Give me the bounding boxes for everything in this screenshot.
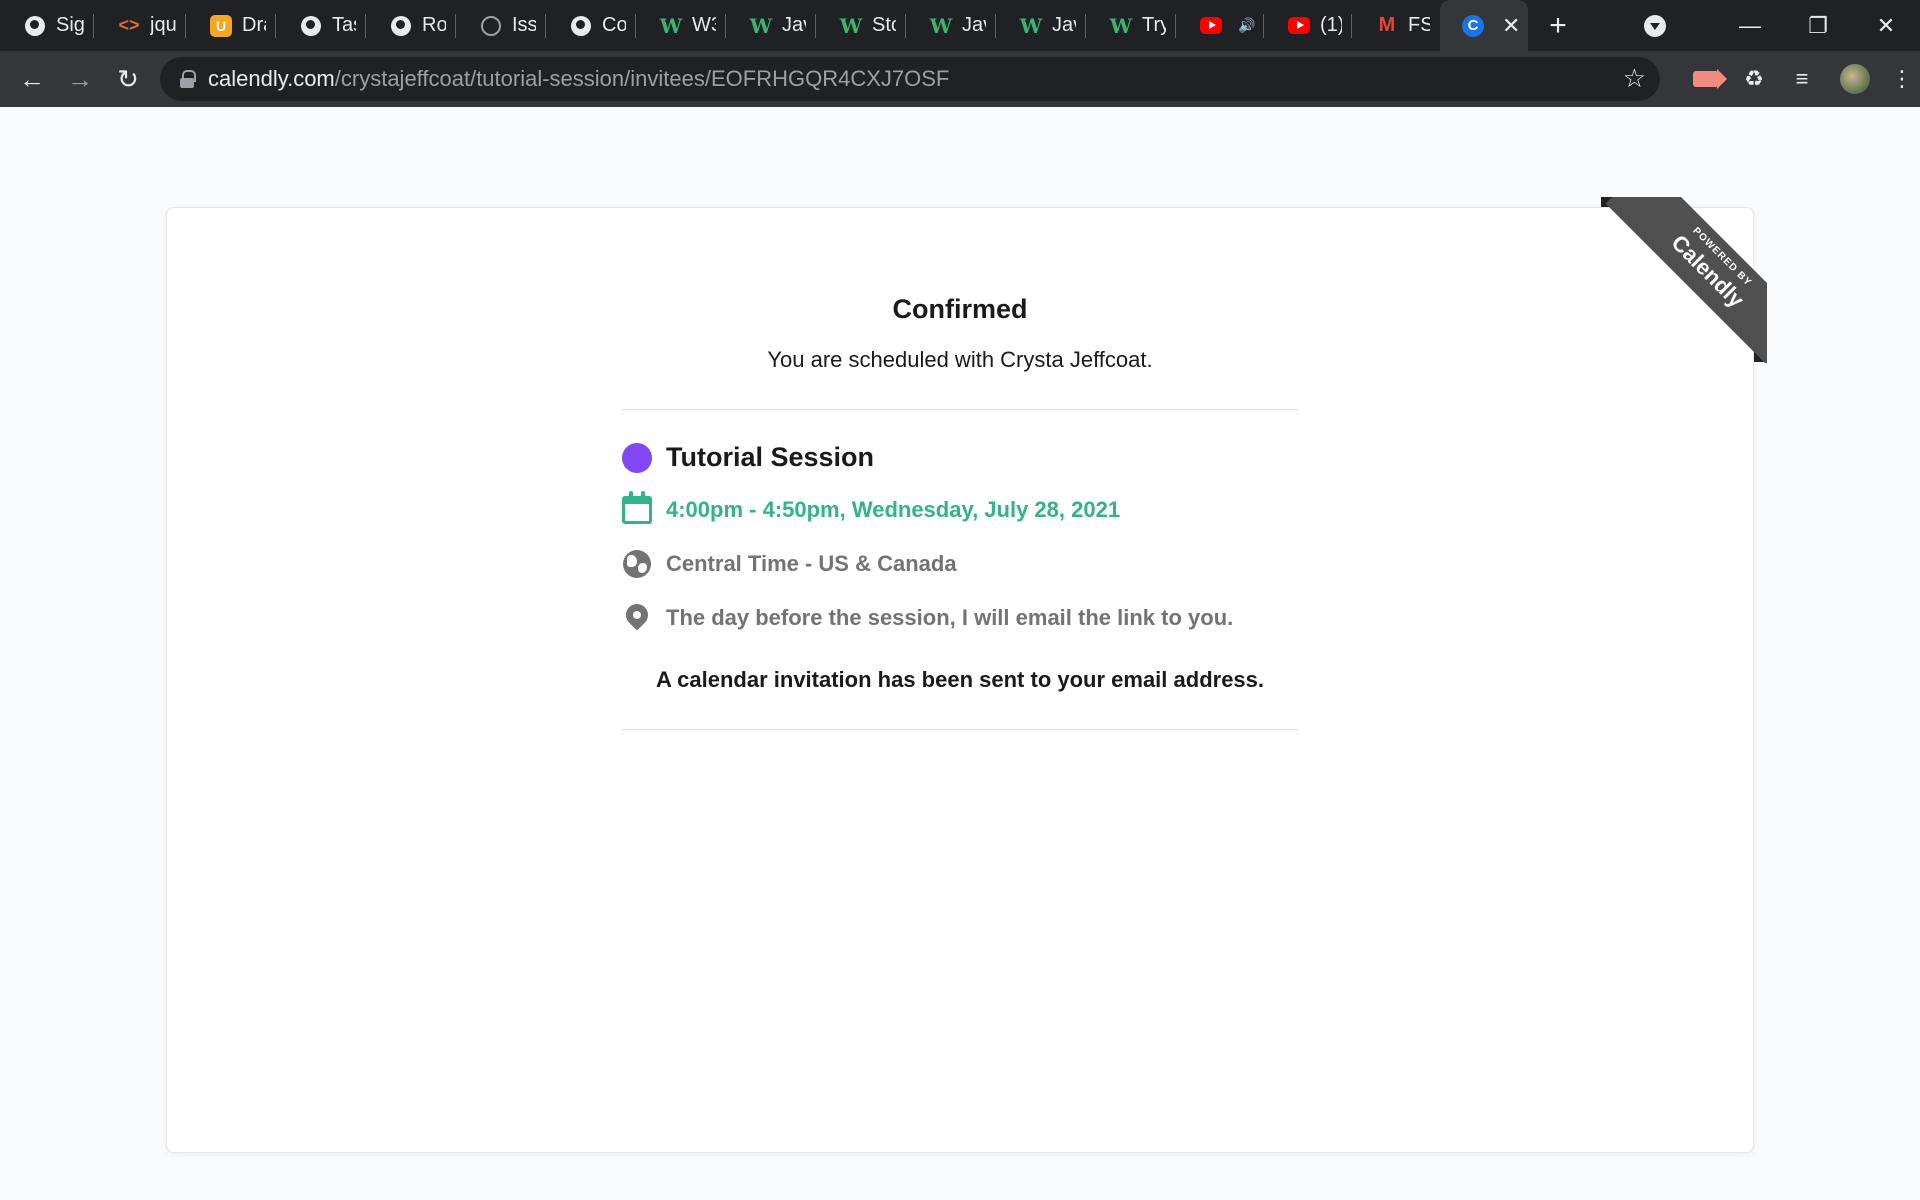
w3schools-icon: W bbox=[1109, 13, 1133, 38]
time-row: 4:00pm - 4:50pm, Wednesday, July 28, 202… bbox=[622, 491, 1298, 525]
tab-title: Java bbox=[782, 14, 806, 36]
new-tab-button[interactable]: + bbox=[1528, 0, 1588, 51]
browser-tab[interactable]: U Dra bbox=[186, 0, 276, 51]
browser-tab[interactable]: Issu bbox=[456, 0, 546, 51]
w3schools-icon: W bbox=[659, 13, 683, 38]
tab-title: Java bbox=[1052, 14, 1076, 36]
globe-icon bbox=[390, 15, 412, 37]
location-text: The day before the session, I will email… bbox=[666, 605, 1234, 630]
event-color-dot-icon bbox=[622, 442, 652, 473]
back-arrow-icon[interactable]: ← bbox=[8, 64, 56, 95]
browser-tab[interactable]: (1) I bbox=[1264, 0, 1352, 51]
page-title: Confirmed bbox=[892, 294, 1028, 324]
minimize-button[interactable]: — bbox=[1716, 0, 1784, 51]
globe-icon bbox=[24, 15, 46, 37]
divider bbox=[622, 409, 1298, 410]
u-logo-icon: U bbox=[210, 14, 232, 37]
profile-avatar[interactable] bbox=[1840, 64, 1870, 94]
tab-title: Sign bbox=[56, 14, 84, 36]
event-name: Tutorial Session bbox=[666, 442, 875, 472]
w3schools-icon: W bbox=[749, 13, 773, 38]
calendar-invite-note: A calendar invitation has been sent to y… bbox=[655, 667, 1265, 692]
powered-by-calendly-ribbon[interactable]: POWERED BY Calendly bbox=[1601, 197, 1767, 363]
browser-tab[interactable]: W Tryi bbox=[1086, 0, 1176, 51]
browser-tab[interactable]: W Java bbox=[726, 0, 816, 51]
extension-icon[interactable] bbox=[1693, 69, 1727, 89]
tab-title: Stor bbox=[872, 14, 896, 36]
browser-tab[interactable]: M FSF bbox=[1352, 0, 1440, 51]
tab-title: Tryi bbox=[1142, 14, 1166, 36]
browser-tab[interactable]: 🔊 bbox=[1176, 0, 1264, 51]
address-bar[interactable]: calendly.com /crystajeffcoat/tutorial-se… bbox=[160, 57, 1660, 101]
audio-playing-icon[interactable]: 🔊 bbox=[1238, 17, 1255, 34]
close-window-button[interactable]: ✕ bbox=[1852, 0, 1920, 51]
tab-title: Coc bbox=[602, 14, 626, 36]
forward-arrow-icon[interactable]: → bbox=[56, 64, 104, 95]
bookmark-star-icon[interactable]: ☆ bbox=[1623, 63, 1646, 94]
calendar-icon bbox=[622, 491, 652, 525]
confirmation-content: Confirmed You are scheduled with Crysta … bbox=[621, 270, 1298, 730]
tab-title: Ros bbox=[422, 14, 446, 36]
tab-title: Java bbox=[962, 14, 986, 36]
tab-title: jque bbox=[150, 14, 176, 36]
browser-tab[interactable]: W Java bbox=[906, 0, 996, 51]
url-host: calendly.com bbox=[208, 66, 335, 91]
tab-title: FSF bbox=[1408, 14, 1430, 36]
browser-tab[interactable]: Coc bbox=[546, 0, 636, 51]
browser-tab-active[interactable]: C ✕ bbox=[1440, 0, 1528, 51]
browser-tab[interactable]: <> jque bbox=[94, 0, 186, 51]
github-icon bbox=[480, 15, 502, 37]
w3schools-icon: W bbox=[1019, 13, 1043, 38]
tab-bar: Sign <> jque U Dra Task Ros Issu Coc W W… bbox=[0, 0, 1920, 51]
media-queue-icon[interactable]: ≡ bbox=[1778, 66, 1826, 92]
menu-kebab-icon[interactable]: ⋮ bbox=[1884, 66, 1920, 92]
globe-icon bbox=[622, 549, 652, 579]
browser-toolbar: ← → ↻ calendly.com /crystajeffcoat/tutor… bbox=[0, 51, 1920, 107]
scheduled-with-text: You are scheduled with Crysta Jeffcoat. bbox=[767, 347, 1153, 372]
event-row: Tutorial Session bbox=[622, 442, 1298, 473]
code-icon: <> bbox=[118, 15, 140, 35]
tab-title: W3 bbox=[692, 14, 716, 36]
w3schools-icon: W bbox=[929, 13, 953, 38]
youtube-icon bbox=[1288, 15, 1310, 37]
tab-title: Issu bbox=[512, 14, 536, 36]
gmail-icon: M bbox=[1378, 14, 1396, 36]
globe-icon bbox=[300, 15, 322, 37]
timezone-row: Central Time - US & Canada bbox=[622, 549, 1298, 579]
event-time: 4:00pm - 4:50pm, Wednesday, July 28, 202… bbox=[666, 497, 1121, 522]
browser-tab[interactable]: Sign bbox=[0, 0, 94, 51]
extensions-puzzle-icon[interactable]: ♻ bbox=[1730, 66, 1778, 92]
tab-title: Dra bbox=[242, 14, 266, 36]
reload-icon[interactable]: ↻ bbox=[104, 64, 152, 95]
calendly-icon: C bbox=[1462, 14, 1484, 37]
browser-tab[interactable]: Task bbox=[276, 0, 366, 51]
divider bbox=[622, 729, 1298, 730]
lock-icon[interactable] bbox=[180, 70, 196, 88]
url-path: /crystajeffcoat/tutorial-session/invitee… bbox=[334, 66, 950, 91]
browser-tab[interactable]: W Java bbox=[996, 0, 1086, 51]
location-row: The day before the session, I will email… bbox=[621, 599, 1298, 633]
browser-tab[interactable]: W W3 bbox=[636, 0, 726, 51]
location-pin-icon bbox=[621, 599, 653, 633]
restore-button[interactable]: ❐ bbox=[1784, 0, 1852, 51]
browser-tab[interactable]: Ros bbox=[366, 0, 456, 51]
timezone-text: Central Time - US & Canada bbox=[666, 551, 957, 576]
tab-title: Task bbox=[332, 14, 356, 36]
tab-search-icon[interactable] bbox=[1644, 14, 1666, 37]
tab-title: (1) I bbox=[1320, 14, 1342, 36]
w3schools-icon: W bbox=[839, 13, 863, 38]
youtube-icon bbox=[1200, 15, 1222, 37]
globe-icon bbox=[570, 15, 592, 37]
close-tab-icon[interactable]: ✕ bbox=[1502, 13, 1520, 39]
browser-tab[interactable]: W Stor bbox=[816, 0, 906, 51]
